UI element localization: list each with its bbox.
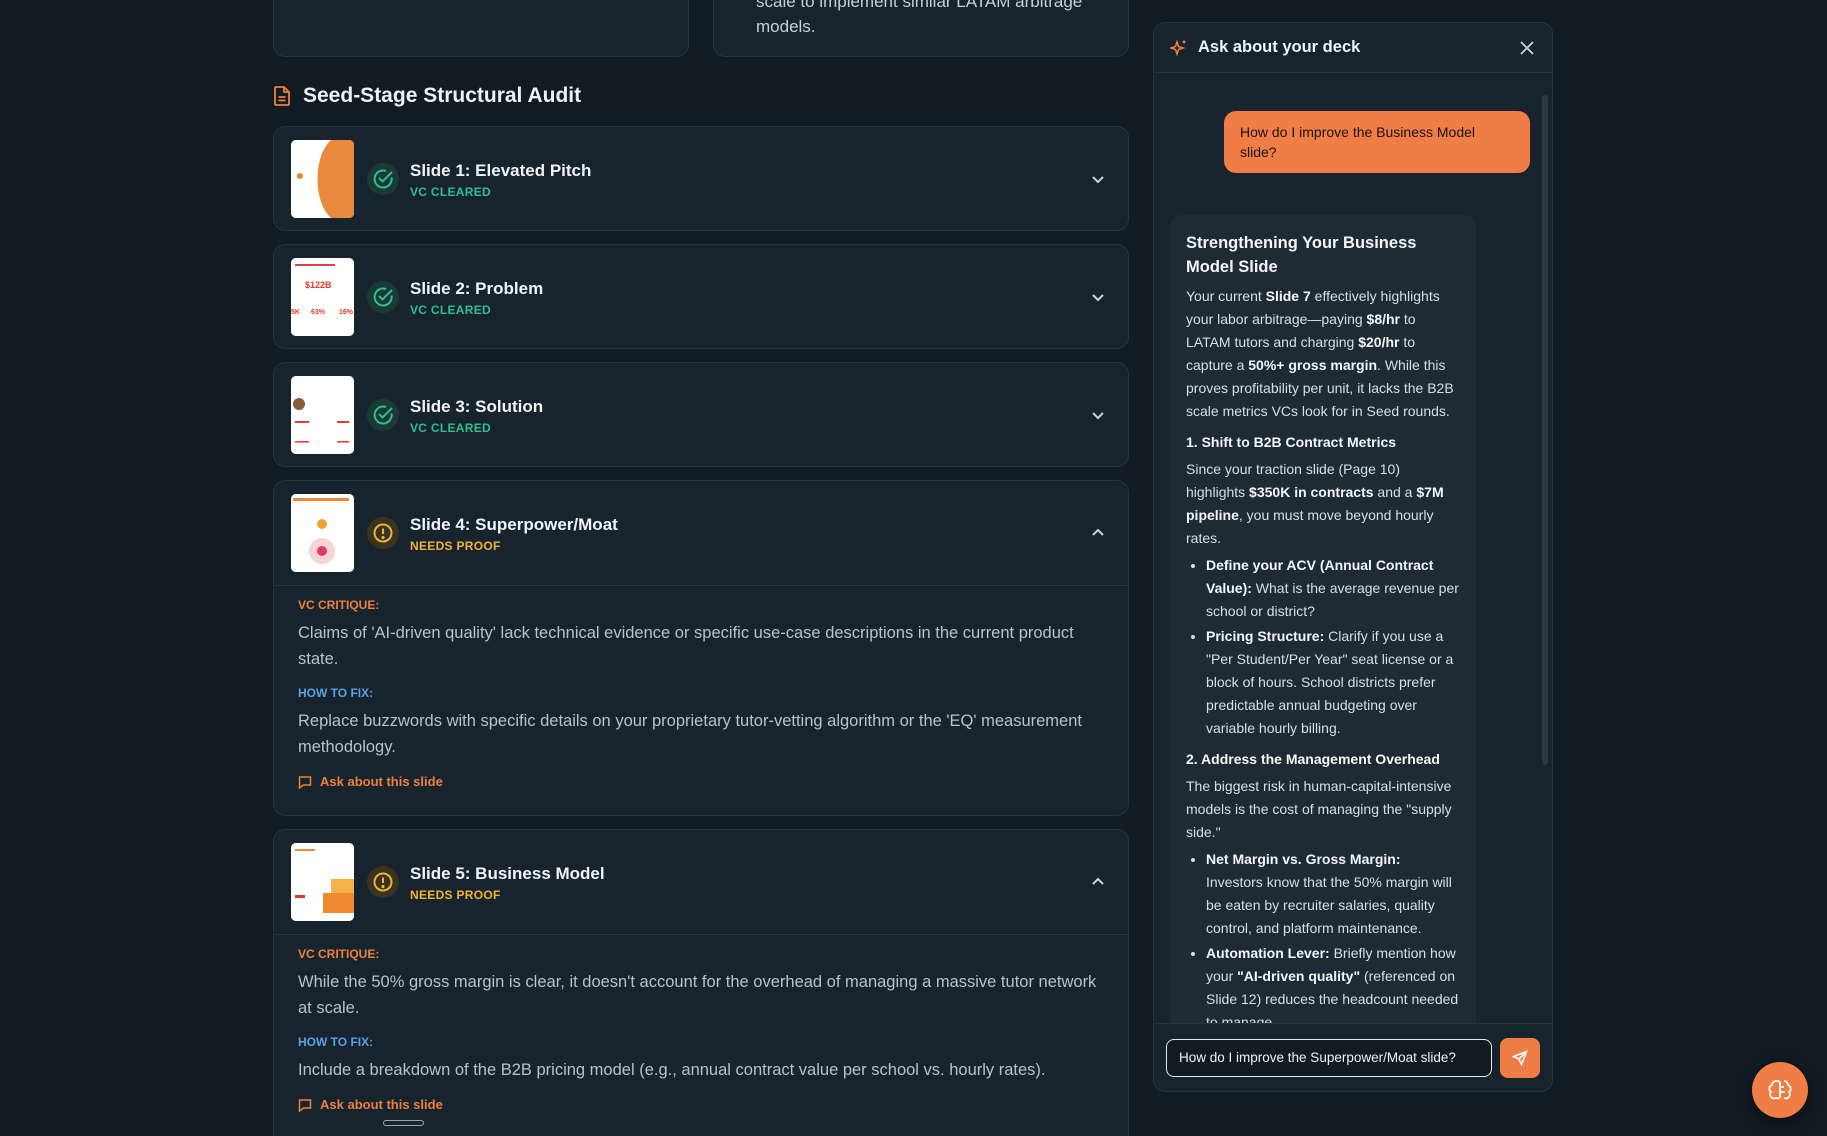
response-heading: Strengthening Your Business Model Slide — [1186, 234, 1417, 276]
response-section-heading: 1. Shift to B2B Contract Metrics — [1186, 434, 1397, 450]
chat-scrollbar[interactable] — [1542, 95, 1548, 765]
response-intro: Your current Slide 7 effectively highlig… — [1186, 288, 1454, 419]
svg-text:5K: 5K — [291, 309, 300, 316]
list-item: Automation Lever: Briefly mention how yo… — [1206, 942, 1460, 1023]
chevron-up-icon[interactable] — [1090, 525, 1106, 541]
slide-status-2: VC CLEARED — [410, 303, 492, 317]
send-icon — [1512, 1049, 1528, 1066]
list-item: Define your ACV (Annual Contract Value):… — [1206, 554, 1460, 623]
svg-text:$122B: $122B — [305, 280, 332, 290]
send-button[interactable] — [1500, 1037, 1540, 1078]
alert-circle-icon — [367, 517, 399, 549]
slide-thumbnail-3 — [291, 376, 354, 454]
response-section-text: The biggest risk in human-capital-intens… — [1186, 778, 1452, 840]
chevron-up-icon[interactable] — [1090, 874, 1106, 890]
response-bullet-list: Define your ACV (Annual Contract Value):… — [1186, 554, 1460, 740]
fix-label: HOW TO FIX: — [298, 1035, 374, 1049]
brain-icon — [1768, 1079, 1792, 1100]
slide-card-4[interactable]: Slide 4: Superpower/Moat NEEDS PROOF VC … — [273, 480, 1129, 816]
response-section-heading: 2. Address the Management Overhead — [1186, 751, 1440, 767]
user-message: How do I improve the Business Model slid… — [1224, 111, 1530, 173]
critique-label: VC CRITIQUE: — [298, 598, 380, 612]
summary-card-left — [273, 0, 689, 57]
slide-title-3: Slide 3: Solution — [410, 397, 544, 416]
fix-text: Include a breakdown of the B2B pricing m… — [298, 1061, 1046, 1079]
alert-circle-icon — [367, 866, 399, 898]
chat-bubble-icon — [298, 775, 312, 789]
slide-card-2[interactable]: $122B 5K 63% 16% Slide 2: Problem VC CLE… — [273, 244, 1129, 349]
slide-card-3[interactable]: Slide 3: Solution VC CLEARED — [273, 362, 1129, 467]
chat-title: Ask about your deck — [1198, 38, 1361, 56]
summary-card-right: scale to implement similar LATAM arbitra… — [713, 0, 1129, 57]
fix-text: Replace buzzwords with specific details … — [298, 712, 1082, 756]
chevron-down-icon[interactable] — [1090, 407, 1106, 423]
slide-title-2: Slide 2: Problem — [410, 279, 544, 298]
section-title: Seed-Stage Structural Audit — [273, 82, 581, 110]
assistant-fab-button[interactable] — [1752, 1062, 1808, 1118]
assistant-message: Strengthening Your Business Model Slide … — [1170, 215, 1476, 1023]
ask-about-slide-link[interactable]: Ask about this slide — [298, 1097, 1104, 1112]
check-circle-icon — [367, 281, 399, 313]
sparkles-icon — [1170, 38, 1186, 57]
chat-header: Ask about your deck — [1154, 23, 1552, 73]
slide-card-5[interactable]: Slide 5: Business Model NEEDS PROOF VC C… — [273, 829, 1129, 1136]
summary-card-text: scale to implement similar LATAM arbitra… — [756, 0, 1083, 36]
slide-thumbnail-5 — [291, 843, 354, 921]
slide-thumbnail-2: $122B 5K 63% 16% — [291, 258, 354, 336]
chat-messages[interactable]: How do I improve the Business Model slid… — [1154, 73, 1552, 1023]
slide-thumbnail-4 — [291, 494, 354, 572]
chat-bubble-icon — [298, 1098, 312, 1112]
critique-text: Claims of 'AI-driven quality' lack techn… — [298, 624, 1074, 668]
ask-about-slide-label: Ask about this slide — [320, 774, 443, 789]
list-item: Net Margin vs. Gross Margin: Investors k… — [1206, 848, 1460, 940]
response-section-text: Since your traction slide (Page 10) high… — [1186, 461, 1444, 546]
ask-about-slide-link[interactable]: Ask about this slide — [298, 774, 1104, 789]
slide-header-1[interactable]: Slide 1: Elevated Pitch VC CLEARED — [274, 127, 1128, 230]
slide-title-5: Slide 5: Business Model — [410, 864, 605, 883]
fix-label: HOW TO FIX: — [298, 686, 374, 700]
close-icon[interactable] — [1518, 39, 1536, 57]
slide-header-4[interactable]: Slide 4: Superpower/Moat NEEDS PROOF — [274, 481, 1128, 585]
slide-header-2[interactable]: $122B 5K 63% 16% Slide 2: Problem VC CLE… — [274, 245, 1128, 348]
chat-panel: Ask about your deck How do I improve the… — [1153, 22, 1553, 1092]
slide-title-1: Slide 1: Elevated Pitch — [410, 161, 592, 180]
slide-body-4: VC CRITIQUE: Claims of 'AI-driven qualit… — [274, 585, 1128, 789]
list-item: Pricing Structure: Clarify if you use a … — [1206, 625, 1460, 740]
slide-status-3: VC CLEARED — [410, 421, 492, 435]
slide-status-1: VC CLEARED — [410, 185, 492, 199]
drag-handle[interactable] — [383, 1120, 424, 1126]
svg-text:63%: 63% — [311, 309, 326, 316]
slide-thumbnail-1 — [291, 140, 354, 218]
critique-label: VC CRITIQUE: — [298, 947, 380, 961]
document-icon — [274, 86, 290, 106]
slide-title-4: Slide 4: Superpower/Moat — [410, 515, 618, 534]
critique-text: While the 50% gross margin is clear, it … — [298, 973, 1097, 1017]
slide-header-5[interactable]: Slide 5: Business Model NEEDS PROOF — [274, 830, 1128, 934]
slide-body-5: VC CRITIQUE: While the 50% gross margin … — [274, 934, 1128, 1112]
check-circle-icon — [367, 399, 399, 431]
slide-status-5: NEEDS PROOF — [410, 888, 501, 902]
slide-header-3[interactable]: Slide 3: Solution VC CLEARED — [274, 363, 1128, 466]
ask-about-slide-label: Ask about this slide — [320, 1097, 443, 1112]
chevron-down-icon[interactable] — [1090, 289, 1106, 305]
response-bullet-list: Net Margin vs. Gross Margin: Investors k… — [1186, 848, 1460, 1023]
slide-status-4: NEEDS PROOF — [410, 539, 501, 553]
section-title-text: Seed-Stage Structural Audit — [303, 84, 582, 107]
slide-card-1[interactable]: Slide 1: Elevated Pitch VC CLEARED — [273, 126, 1129, 231]
chat-input-row — [1154, 1023, 1552, 1091]
svg-text:16%: 16% — [339, 309, 354, 316]
chat-input[interactable] — [1166, 1038, 1492, 1077]
check-circle-icon — [367, 163, 399, 195]
chevron-down-icon[interactable] — [1090, 171, 1106, 187]
